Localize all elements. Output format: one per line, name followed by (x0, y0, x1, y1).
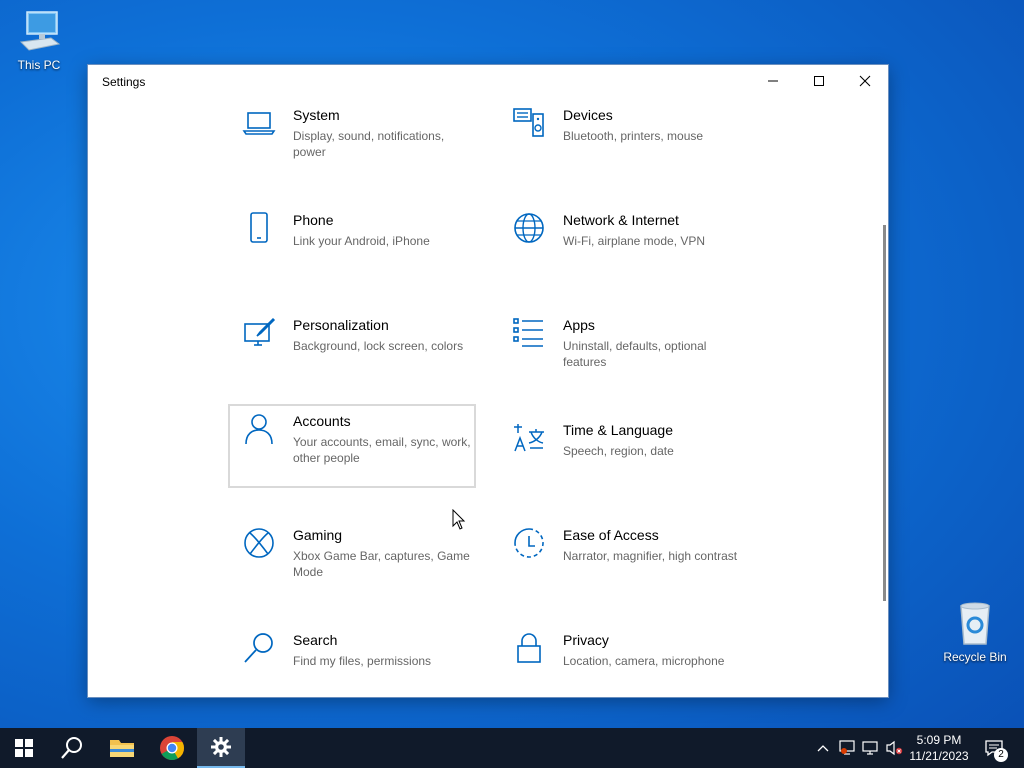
tile-title: Apps (563, 317, 595, 333)
start-button[interactable] (0, 728, 48, 768)
apps-list-icon (513, 318, 543, 347)
tile-system[interactable]: System Display, sound, notifications, po… (229, 99, 477, 183)
maximize-button[interactable] (796, 65, 842, 97)
volume-muted-icon (886, 740, 903, 756)
volume-tray-button[interactable] (883, 728, 905, 768)
paintbrush-icon (244, 317, 276, 346)
taskbar-clock[interactable]: 5:09 PM 11/21/2023 (904, 732, 974, 764)
minimize-button[interactable] (750, 65, 796, 97)
tile-description: Location, camera, microphone (563, 654, 725, 668)
search-icon (244, 633, 273, 663)
tile-description: Uninstall, defaults, optional features (563, 339, 707, 369)
settings-taskbar-button[interactable] (197, 728, 245, 768)
settings-window: Settings System Display, sound, notifica… (88, 65, 888, 697)
phone-icon (250, 212, 268, 243)
globe-icon (514, 213, 544, 243)
laptop-icon (242, 112, 276, 135)
tile-ease-of-access[interactable]: Ease of Access Narrator, magnifier, high… (499, 519, 747, 603)
title-bar[interactable]: Settings (88, 65, 888, 99)
tile-description: Display, sound, notifications, power (293, 129, 445, 159)
clock-time: 5:09 PM (916, 733, 962, 747)
tile-time-language[interactable]: Time & Language Speech, region, date (499, 414, 747, 498)
tile-title: Time & Language (563, 422, 673, 438)
tile-description: Background, lock screen, colors (293, 339, 464, 353)
show-hidden-icons-button[interactable] (812, 728, 834, 768)
clock-date: 11/21/2023 (909, 749, 969, 763)
tile-apps[interactable]: Apps Uninstall, defaults, optional featu… (499, 309, 747, 393)
tile-title: Network & Internet (563, 212, 679, 228)
tile-title: Ease of Access (563, 527, 659, 543)
search-icon (61, 737, 82, 759)
taskbar: 5:09 PM 11/21/2023 2 (0, 728, 1024, 768)
tile-accounts[interactable]: Accounts Your accounts, email, sync, wor… (228, 404, 476, 488)
settings-content: System Display, sound, notifications, po… (88, 99, 888, 697)
this-pc-desktop-icon[interactable]: This PC (4, 8, 74, 72)
gear-icon (211, 737, 231, 757)
chrome-icon (160, 736, 184, 761)
lock-icon (517, 633, 541, 663)
tile-devices[interactable]: Devices Bluetooth, printers, mouse (499, 99, 747, 183)
scrollbar[interactable] (883, 225, 886, 601)
tile-personalization[interactable]: Personalization Background, lock screen,… (229, 309, 477, 393)
devices-icon (513, 108, 544, 137)
tile-title: Search (293, 632, 338, 648)
tile-phone[interactable]: Phone Link your Android, iPhone (229, 204, 477, 288)
recycle-bin-label: Recycle Bin (943, 650, 1007, 664)
close-button[interactable] (842, 65, 888, 97)
tile-description: Your accounts, email, sync, work, other … (293, 435, 471, 465)
file-explorer-button[interactable] (98, 728, 146, 768)
network-icon (862, 741, 878, 755)
mouse-cursor-icon (452, 509, 466, 530)
tile-gaming[interactable]: Gaming Xbox Game Bar, captures, Game Mod… (229, 519, 477, 603)
tile-title: Devices (563, 107, 613, 123)
notification-count-badge: 2 (994, 748, 1008, 762)
xbox-icon (244, 528, 274, 558)
tile-description: Speech, region, date (563, 444, 674, 458)
network-tray-button[interactable] (860, 728, 882, 768)
this-pc-label: This PC (17, 58, 61, 72)
computer-icon (15, 8, 63, 56)
tile-search[interactable]: Search Find my files, permissions (229, 624, 477, 697)
ease-of-access-icon (514, 528, 544, 558)
monitor-warning-icon (839, 740, 855, 755)
recycle-bin-desktop-icon[interactable]: Recycle Bin (940, 600, 1010, 664)
windows-logo-icon (15, 739, 33, 757)
chrome-button[interactable] (148, 728, 196, 768)
chevron-up-icon (817, 745, 829, 752)
tile-network-internet[interactable]: Network & Internet Wi-Fi, airplane mode,… (499, 204, 747, 288)
tile-description: Narrator, magnifier, high contrast (563, 549, 738, 563)
tile-description: Wi-Fi, airplane mode, VPN (563, 234, 706, 248)
tile-description: Bluetooth, printers, mouse (563, 129, 704, 143)
tile-title: Privacy (563, 632, 609, 648)
folder-icon (110, 740, 134, 757)
tile-privacy[interactable]: Privacy Location, camera, microphone (499, 624, 747, 697)
person-icon (245, 414, 273, 445)
minimize-icon (768, 80, 778, 82)
tile-title: Gaming (293, 527, 343, 543)
window-title: Settings (102, 75, 146, 89)
search-taskbar-button[interactable] (48, 728, 96, 768)
tile-title: Personalization (293, 317, 389, 333)
tile-description: Link your Android, iPhone (293, 234, 430, 248)
maximize-icon (814, 76, 824, 86)
recycle-bin-icon (951, 600, 999, 648)
security-tray-button[interactable] (836, 728, 858, 768)
tile-title: System (293, 107, 340, 123)
close-icon (859, 75, 871, 87)
tile-description: Xbox Game Bar, captures, Game Mode (293, 549, 470, 579)
tile-title: Phone (293, 212, 334, 228)
tile-description: Find my files, permissions (293, 654, 432, 668)
time-language-icon (514, 424, 544, 452)
tile-title: Accounts (293, 413, 351, 429)
